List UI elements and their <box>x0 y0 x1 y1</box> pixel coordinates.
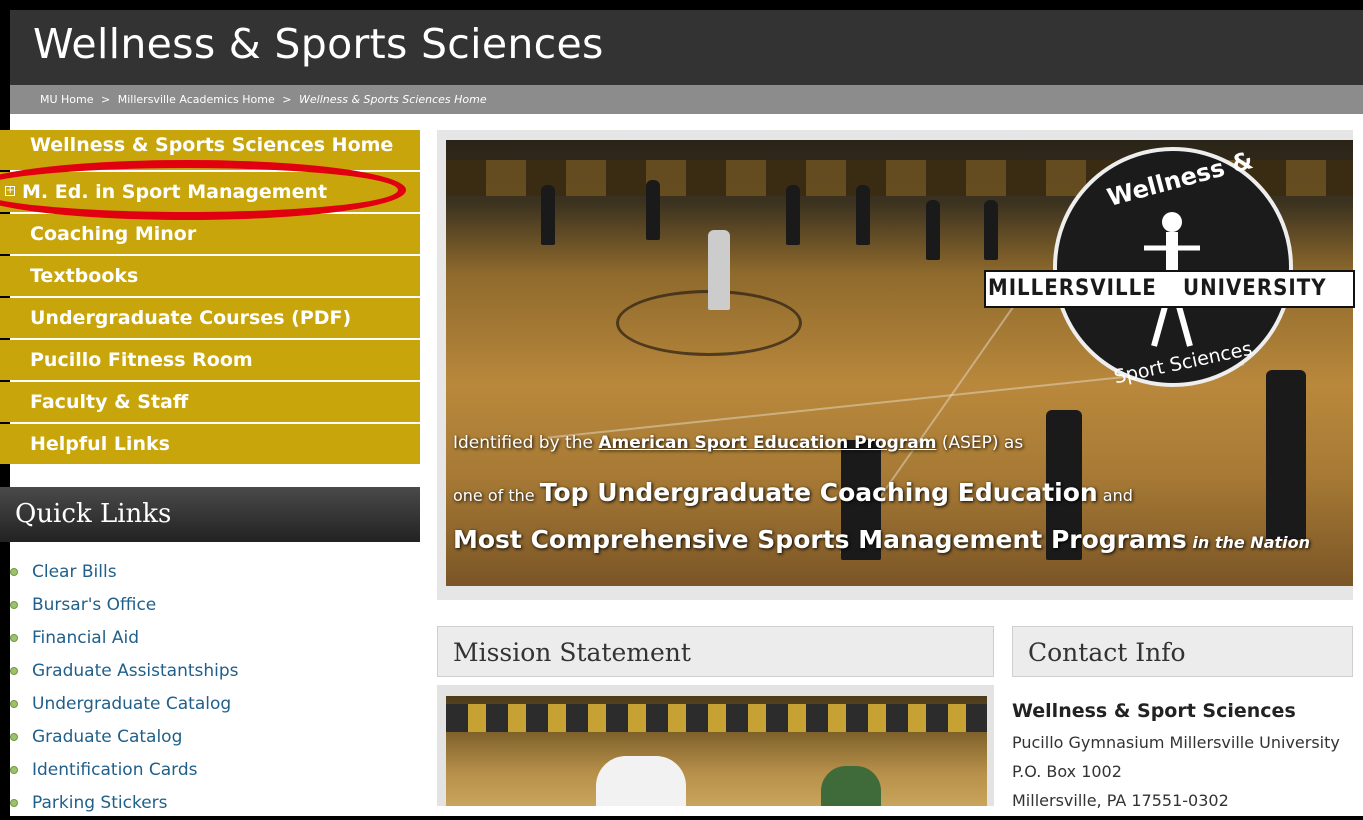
quick-link-label[interactable]: Graduate Catalog <box>32 727 182 747</box>
quick-link-label[interactable]: Parking Stickers <box>32 793 168 813</box>
quick-links-title: Quick Links <box>0 487 420 542</box>
quick-link-financial-aid[interactable]: Financial Aid <box>10 622 239 655</box>
quick-link-label[interactable]: Bursar's Office <box>32 595 156 615</box>
contact-name: Wellness & Sport Sciences <box>1012 700 1296 722</box>
student-figure <box>786 185 800 245</box>
breadcrumb-separator: > <box>282 93 292 106</box>
bullet-icon <box>10 634 18 642</box>
sidebar-item-home[interactable]: Wellness & Sports Sciences Home <box>0 130 420 170</box>
bullet-icon <box>10 700 18 708</box>
sidebar-item-fitness-room[interactable]: Pucillo Fitness Room <box>0 340 420 380</box>
student-figure <box>821 766 881 806</box>
sidebar-item-textbooks[interactable]: Textbooks <box>0 256 420 296</box>
bullet-icon <box>10 766 18 774</box>
quick-link-label[interactable]: Clear Bills <box>32 562 117 582</box>
hero-text: Top Undergraduate Coaching Education <box>539 478 1098 507</box>
logo-banner-text: MILLERSVILLE <box>988 276 1157 301</box>
sidebar-item-label: Faculty & Staff <box>30 391 189 413</box>
sidebar-item-sport-management[interactable]: + M. Ed. in Sport Management <box>0 172 420 212</box>
student-figure <box>646 180 660 240</box>
mission-photo <box>446 696 987 806</box>
sidebar-item-coaching-minor[interactable]: Coaching Minor <box>0 214 420 254</box>
contact-address-line: P.O. Box 1002 <box>1012 762 1122 781</box>
breadcrumb-separator: > <box>101 93 111 106</box>
bullet-icon <box>10 733 18 741</box>
gym-banners <box>446 704 987 732</box>
hero-caption-line-1: Identified by the American Sport Educati… <box>453 433 1023 453</box>
sidebar-item-label: Helpful Links <box>30 433 170 455</box>
quick-link-label[interactable]: Undergraduate Catalog <box>32 694 231 714</box>
bullet-icon <box>10 667 18 675</box>
site-title: Wellness & Sports Sciences <box>33 20 604 68</box>
sidebar-item-label: Wellness & Sports Sciences Home <box>30 134 394 156</box>
quick-link-clear-bills[interactable]: Clear Bills <box>10 556 239 589</box>
hero-text: Most Comprehensive Sports Management Pro… <box>453 525 1187 554</box>
logo-banner-text: UNIVERSITY <box>1183 276 1327 301</box>
hero-text: and <box>1097 486 1133 505</box>
bullet-icon <box>10 568 18 576</box>
quick-link-label[interactable]: Graduate Assistantships <box>32 661 239 681</box>
contact-address-line: Millersville, PA 17551-0302 <box>1012 791 1229 810</box>
student-figure <box>984 200 998 260</box>
sidebar-item-label: Pucillo Fitness Room <box>30 349 253 371</box>
student-figure <box>596 756 686 806</box>
quick-link-label[interactable]: Identification Cards <box>32 760 198 780</box>
quick-link-graduate-catalog[interactable]: Graduate Catalog <box>10 721 239 754</box>
quick-link-parking-stickers[interactable]: Parking Stickers <box>10 787 239 820</box>
hero-text: in the Nation <box>1186 533 1311 552</box>
quick-link-undergraduate-catalog[interactable]: Undergraduate Catalog <box>10 688 239 721</box>
sidebar-item-label: Textbooks <box>30 265 139 287</box>
asep-link[interactable]: American Sport Education Program <box>598 433 936 453</box>
bullet-icon <box>10 799 18 807</box>
hero-text: one of the <box>453 486 540 505</box>
breadcrumb-link-academics-home[interactable]: Millersville Academics Home <box>118 85 275 114</box>
sidebar-item-label: Undergraduate Courses (PDF) <box>30 307 352 329</box>
hero-caption-line-2: one of the Top Undergraduate Coaching Ed… <box>453 478 1133 507</box>
hero-text: Identified by the <box>453 433 599 453</box>
contact-info-title: Contact Info <box>1012 626 1353 677</box>
student-figure <box>708 230 730 310</box>
breadcrumb: MU Home > Millersville Academics Home > … <box>10 85 1363 114</box>
plus-box-icon[interactable]: + <box>5 186 15 196</box>
quick-link-label[interactable]: Financial Aid <box>32 628 139 648</box>
sidebar-item-helpful-links[interactable]: Helpful Links <box>0 424 420 464</box>
hero-text: (ASEP) as <box>936 433 1024 453</box>
sidebar-item-faculty-staff[interactable]: Faculty & Staff <box>0 382 420 422</box>
quick-link-identification-cards[interactable]: Identification Cards <box>10 754 239 787</box>
hero-caption-line-3: Most Comprehensive Sports Management Pro… <box>453 525 1310 554</box>
student-figure <box>1266 370 1306 540</box>
sidebar-item-undergraduate-courses[interactable]: Undergraduate Courses (PDF) <box>0 298 420 338</box>
quick-links-list: Clear Bills Bursar's Office Financial Ai… <box>10 556 239 820</box>
contact-address-line: Pucillo Gymnasium Millersville Universit… <box>1012 733 1340 752</box>
site-header: Wellness & Sports Sciences <box>10 10 1363 85</box>
student-figure <box>541 185 555 245</box>
student-figure <box>926 200 940 260</box>
sidebar-nav: Wellness & Sports Sciences Home + M. Ed.… <box>0 130 420 466</box>
bullet-icon <box>10 601 18 609</box>
mission-statement-title: Mission Statement <box>437 626 994 677</box>
breadcrumb-link-mu-home[interactable]: MU Home <box>40 85 94 114</box>
breadcrumb-current: Wellness & Sports Sciences Home <box>299 93 487 106</box>
quick-link-bursar[interactable]: Bursar's Office <box>10 589 239 622</box>
student-figure <box>856 185 870 245</box>
quick-link-graduate-assistantships[interactable]: Graduate Assistantships <box>10 655 239 688</box>
sidebar-item-label: M. Ed. in Sport Management <box>22 181 328 203</box>
sidebar-item-label: Coaching Minor <box>30 223 197 245</box>
